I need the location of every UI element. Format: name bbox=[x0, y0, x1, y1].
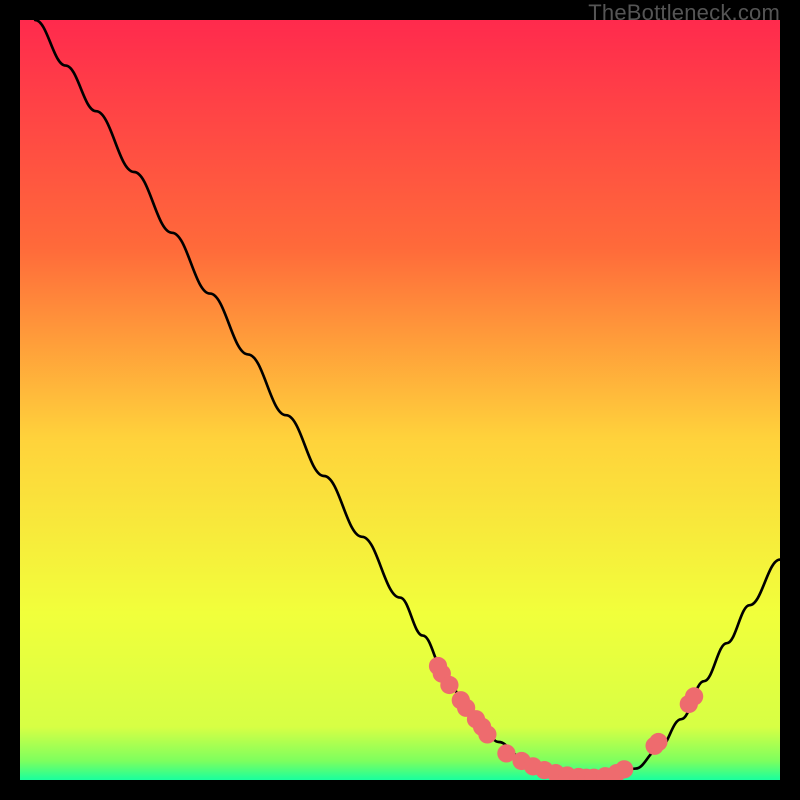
chart-svg bbox=[20, 20, 780, 780]
curve-marker bbox=[615, 760, 633, 778]
plot-area bbox=[20, 20, 780, 780]
curve-marker bbox=[685, 687, 703, 705]
gradient-background bbox=[20, 20, 780, 780]
chart-frame: TheBottleneck.com bbox=[0, 0, 800, 800]
curve-marker bbox=[478, 725, 496, 743]
curve-marker bbox=[649, 733, 667, 751]
curve-marker bbox=[440, 676, 458, 694]
